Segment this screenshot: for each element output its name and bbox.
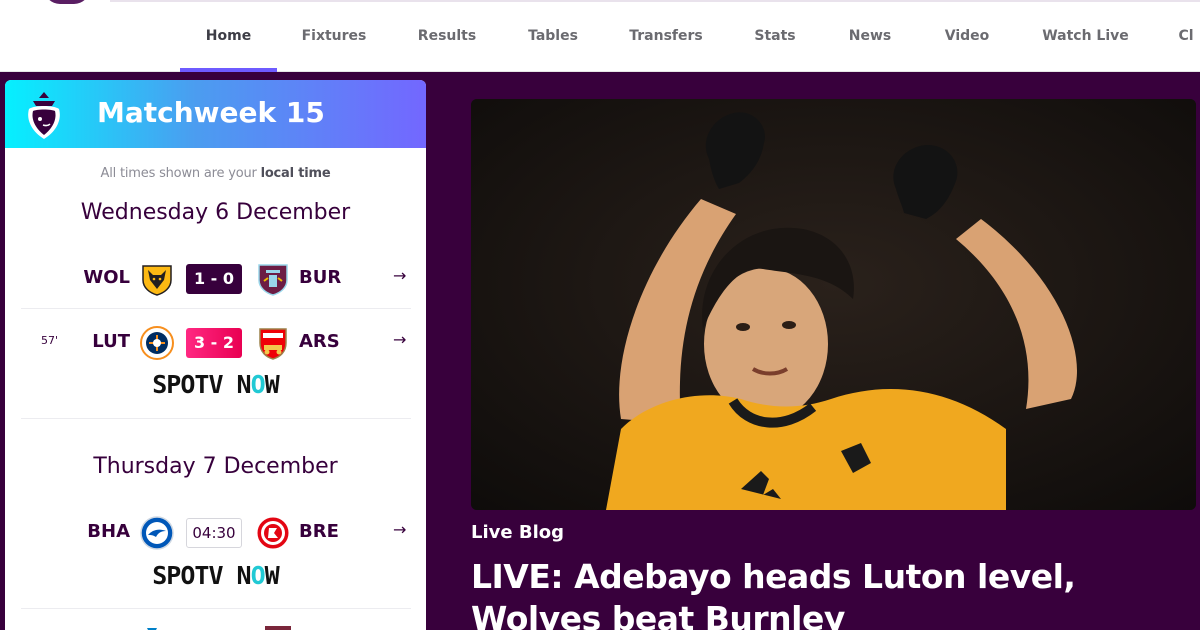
player-celebration-image: [471, 99, 1196, 510]
fixture-row[interactable]: 57' LUT 3 - 2 ARS →: [5, 316, 426, 366]
times-note-bold: local time: [260, 166, 331, 181]
top-navigation: Home Fixtures Results Tables Transfers S…: [0, 0, 1200, 72]
nav-home[interactable]: Home: [180, 0, 277, 72]
nav-video[interactable]: Video: [919, 0, 1015, 72]
broadcaster-text: SPOTV N: [152, 561, 251, 590]
nav-list: Home Fixtures Results Tables Transfers S…: [180, 0, 1200, 72]
times-note: All times shown are your local time: [5, 166, 426, 181]
matchweek-title: Matchweek 15: [97, 96, 325, 129]
burnley-badge-icon: [258, 264, 288, 296]
nav-tables[interactable]: Tables: [503, 0, 603, 72]
row-divider: [21, 608, 411, 609]
brighton-badge-icon: [140, 516, 174, 550]
fixture-row[interactable]: WOL 1 - 0 BUR →: [5, 252, 426, 302]
row-divider: [21, 308, 411, 309]
broadcaster-accent: O: [250, 370, 266, 399]
home-team: BHA: [87, 521, 130, 542]
broadcaster-logo[interactable]: SPOTV NOW: [5, 561, 426, 590]
wolves-badge-icon: [142, 265, 172, 296]
times-note-text: All times shown are your: [100, 166, 261, 181]
broadcaster-text: W: [264, 370, 280, 399]
arrow-right-icon[interactable]: →: [393, 266, 406, 285]
away-team: ARS: [299, 331, 340, 352]
date-heading: Thursday 7 December: [93, 454, 338, 479]
kickoff-time: 04:30: [186, 518, 242, 548]
score-box-live: 3 - 2: [186, 328, 242, 358]
row-divider: [21, 418, 411, 419]
brentford-badge-icon: [256, 516, 290, 550]
arsenal-badge-icon: [259, 328, 287, 360]
nav-results[interactable]: Results: [391, 0, 503, 72]
nav-stats[interactable]: Stats: [729, 0, 821, 72]
broadcaster-logo[interactable]: SPOTV NOW: [5, 370, 426, 399]
nav-news[interactable]: News: [821, 0, 919, 72]
nav-fixtures[interactable]: Fixtures: [277, 0, 391, 72]
broadcaster-text: W: [264, 561, 280, 590]
luton-badge-icon: [140, 326, 174, 360]
away-team: BUR: [299, 267, 342, 288]
fixture-row[interactable]: BHA 04:30 BRE →: [5, 506, 426, 556]
nav-transfers[interactable]: Transfers: [603, 0, 729, 72]
matchweek-panel: Matchweek 15 All times shown are your lo…: [5, 80, 426, 630]
premier-league-lion-icon: [28, 92, 60, 139]
match-minute: 57': [41, 334, 59, 347]
broadcaster-accent: O: [250, 561, 266, 590]
feature-headline[interactable]: LIVE: Adebayo heads Luton level, Wolves …: [471, 556, 1191, 630]
home-team: LUT: [92, 331, 130, 352]
arrow-right-icon[interactable]: →: [393, 520, 406, 539]
broadcaster-text: SPOTV N: [152, 370, 251, 399]
nav-club[interactable]: Cl: [1156, 0, 1200, 72]
site-logo[interactable]: [44, 0, 90, 4]
feature-tag: Live Blog: [471, 522, 564, 543]
away-team: BRE: [299, 521, 339, 542]
date-heading: Wednesday 6 December: [80, 200, 351, 225]
home-team: WOL: [83, 267, 130, 288]
score-box: 1 - 0: [186, 264, 242, 294]
next-fixture-preview: [147, 626, 291, 630]
feature-image[interactable]: [471, 99, 1196, 510]
arrow-right-icon[interactable]: →: [393, 330, 406, 349]
matchweek-header: Matchweek 15: [5, 80, 426, 148]
nav-watch-live[interactable]: Watch Live: [1015, 0, 1156, 72]
